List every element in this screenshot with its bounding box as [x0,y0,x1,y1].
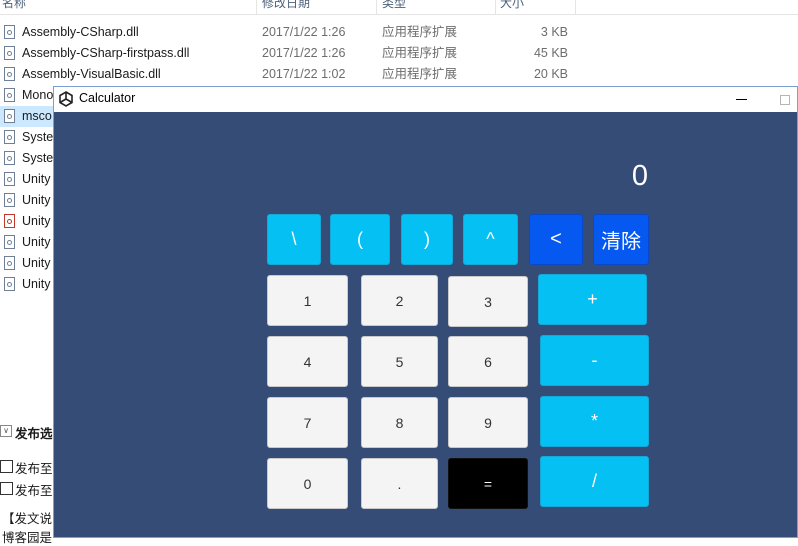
dll-file-icon [4,193,15,207]
calculator-body: 0 \ ( ) ^ < 清除 1 2 3 4 5 6 7 8 9 0 . = +… [54,112,797,537]
publish-checkbox[interactable] [0,460,13,473]
column-header-size[interactable]: 大小 [500,0,524,14]
key-minus[interactable]: - [540,335,649,386]
key-plus[interactable]: + [538,274,647,325]
key-left-paren[interactable]: ( [330,214,390,265]
file-row[interactable]: Assembly-CSharp.dll 2017/1/22 1:26 应用程序扩… [0,22,600,43]
column-divider[interactable] [256,0,257,14]
key-2[interactable]: 2 [361,275,438,326]
pdf-file-icon [4,214,15,228]
file-date: 2017/1/22 1:02 [262,67,346,81]
file-row[interactable]: Assembly-VisualBasic.dll 2017/1/22 1:02 … [0,64,600,85]
key-7[interactable]: 7 [267,397,348,448]
key-decimal[interactable]: . [361,458,438,509]
key-5[interactable]: 5 [361,336,438,387]
column-header-date[interactable]: 修改日期 [262,0,310,14]
dll-file-icon [4,46,15,60]
key-9[interactable]: 9 [448,397,528,448]
maximize-button[interactable] [766,87,796,112]
calculator-display: 0 [631,160,648,192]
key-divide[interactable]: / [540,456,649,507]
key-clear[interactable]: 清除 [593,214,649,265]
key-4[interactable]: 4 [267,336,348,387]
file-row[interactable]: Assembly-CSharp-firstpass.dll 2017/1/22 … [0,43,600,64]
column-divider[interactable] [575,0,576,14]
publish-checkbox-label: 发布至 [15,462,53,476]
key-0[interactable]: 0 [267,458,348,509]
file-name: Unity [22,214,51,228]
chevron-down-icon[interactable]: ∨ [0,425,12,437]
column-divider[interactable] [495,0,496,14]
file-name: Unity [22,193,51,207]
key-backslash[interactable]: \ [267,214,321,265]
key-multiply[interactable]: * [540,396,649,447]
file-name: Mono [22,88,54,102]
minimize-button[interactable] [726,87,756,112]
file-name: Assembly-CSharp.dll [22,25,139,39]
publish-options-title: 发布选 [15,427,53,441]
file-date: 2017/1/22 1:26 [262,46,346,60]
key-3[interactable]: 3 [448,276,528,327]
file-type: 应用程序扩展 [382,25,458,39]
file-type: 应用程序扩展 [382,67,458,81]
title-bar[interactable]: Calculator [54,87,797,112]
file-size: 20 KB [533,67,568,81]
file-type: 应用程序扩展 [382,46,458,60]
dll-file-icon [4,151,15,165]
key-backspace[interactable]: < [529,214,583,265]
file-name: Unity [22,235,51,249]
dll-file-icon [4,25,15,39]
unity-logo-icon [59,91,73,107]
column-header-type[interactable]: 类型 [382,0,406,14]
key-8[interactable]: 8 [361,397,438,448]
file-name: Assembly-VisualBasic.dll [22,67,161,81]
file-name: Unity [22,256,51,270]
publish-checkbox-label: 发布至 [15,484,53,498]
file-name: msco [22,109,52,123]
dll-file-icon [4,130,15,144]
calculator-window: Calculator 0 \ ( ) ^ < 清除 1 2 3 4 5 6 7 … [53,86,798,538]
publish-checkbox[interactable] [0,482,13,495]
dll-file-icon [4,277,15,291]
file-name: Syste [22,151,54,165]
dll-file-icon [4,109,15,123]
file-name: Unity [22,277,51,291]
file-size: 3 KB [540,25,568,39]
key-right-paren[interactable]: ) [401,214,453,265]
column-headers: 名称 修改日期 类型 大小 [0,0,798,15]
publish-options-panel: ∨ 发布选 发布至 发布至 【发文说 博客园是 [0,420,60,545]
dll-file-icon [4,235,15,249]
file-date: 2017/1/22 1:26 [262,25,346,39]
key-1[interactable]: 1 [267,275,348,326]
publish-note: 【发文说 [2,512,53,526]
file-name: Unity [22,172,51,186]
file-name: Assembly-CSharp-firstpass.dll [22,46,190,60]
window-title: Calculator [79,91,136,105]
dll-file-icon [4,256,15,270]
dll-file-icon [4,67,15,81]
column-header-name[interactable]: 名称 [2,0,26,14]
column-divider[interactable] [376,0,377,14]
file-name: Syste [22,130,54,144]
key-power[interactable]: ^ [463,214,518,265]
file-size: 45 KB [533,46,568,60]
dll-file-icon [4,172,15,186]
key-equals[interactable]: = [448,458,528,509]
publish-note: 博客园是 [2,531,53,545]
key-6[interactable]: 6 [448,336,528,387]
dll-file-icon [4,88,15,102]
